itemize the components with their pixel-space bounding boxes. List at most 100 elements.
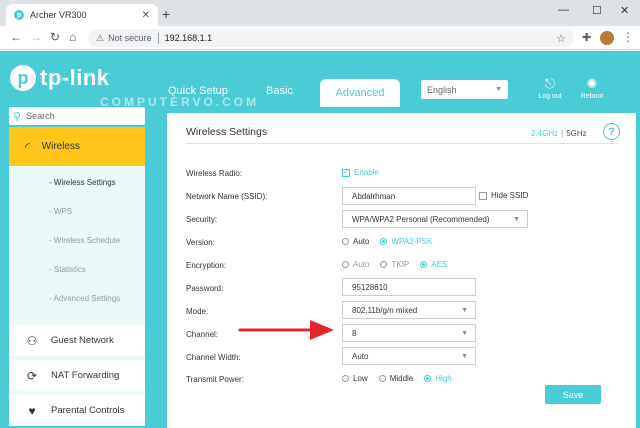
profile-avatar[interactable] [600,31,614,45]
sidebar-item-parental-controls[interactable]: ♥ Parental Controls [9,395,145,426]
encryption-label: Encryption: [186,261,227,270]
encryption-auto-radio[interactable]: Auto [342,260,369,269]
power-middle-radio[interactable]: Middle [378,374,414,383]
router-header: p tp-link COMPUTERVO.COM Quick Setup Bas… [0,51,640,109]
language-value: English [427,84,457,95]
radio-label: Auto [353,260,370,269]
tab-quick-setup[interactable]: Quick Setup [168,85,228,97]
power-high-radio[interactable]: High [424,374,452,383]
search-placeholder: Search [26,111,55,121]
save-button[interactable]: Save [545,385,601,404]
search-icon: ⚲ [13,110,22,123]
radio-label: Auto [353,237,370,246]
radio-label: WPA2-PSK [391,237,433,246]
version-label: Version: [186,238,215,247]
star-icon[interactable]: ☆ [556,32,566,45]
chevron-down-icon: ▼ [461,329,468,337]
channel-select[interactable]: 8 ▼ [342,324,476,342]
password-label: Password: [186,284,224,293]
main-area: Wireless Settings 2.4GHz | 5GHz ? Wireless… [155,107,640,428]
submenu-advanced-settings[interactable]: - Advanced Settings [49,294,120,303]
sidebar-item-wireless[interactable]: ◜ Wireless [9,127,145,166]
search-input[interactable]: ⚲ Search [9,107,145,125]
power-low-radio[interactable]: Low [342,374,368,383]
band-5ghz-link[interactable]: 5GHz [566,129,586,138]
submenu-wireless-schedule[interactable]: - Wireless Schedule [49,236,120,245]
window-close-icon[interactable]: ✕ [620,4,629,17]
reboot-label: Reboot [580,93,604,100]
url-text[interactable]: 192.168.1.1 [165,33,557,43]
version-wpa2-radio[interactable]: WPA2-PSK [380,237,432,246]
tplink-favicon-icon: p [14,10,24,20]
reboot-icon: ✺ [586,76,598,91]
encryption-aes-radio[interactable]: AES [420,260,447,269]
submenu-wps[interactable]: - WPS [49,207,72,216]
browser-toolbar: ← → ↻ ⌂ ⚠ Not secure 192.168.1.1 ☆ ✚ ⋮ [0,26,640,50]
channel-width-select[interactable]: Auto ▼ [342,347,476,365]
submenu-statistics[interactable]: - Statistics [49,265,86,274]
checkbox-icon [479,191,487,200]
sidebar-item-nat-forwarding[interactable]: ⟳ NAT Forwarding [9,360,145,391]
ssid-input[interactable]: Abdalrhman [342,187,476,205]
version-auto-radio[interactable]: Auto [342,237,369,246]
band-switcher: 2.4GHz | 5GHz [531,129,587,138]
channel-label: Channel: [186,330,219,339]
browser-tabstrip: p Archer VR300 ✕ + — ☐ ✕ [0,0,640,26]
encryption-options: Auto TKIP AES [342,260,458,269]
radio-selected-icon [420,261,428,268]
mode-select[interactable]: 802.11b/g/n mixed ▼ [342,301,476,319]
chevron-down-icon: ▼ [461,306,468,314]
radio-label: TKIP [391,260,410,269]
reboot-button[interactable]: ✺ Reboot [572,76,612,100]
annotation-arrow [238,320,334,340]
back-icon[interactable]: ← [10,30,22,44]
home-icon[interactable]: ⌂ [69,30,76,44]
warning-icon[interactable]: ⚠ [96,33,104,44]
guest-network-icon: ⚇ [26,333,38,348]
radio-label: Middle [389,374,414,383]
chevron-down-icon: ▼ [513,215,520,223]
language-select[interactable]: English ▼ [421,80,508,99]
security-label: Not secure [108,33,152,43]
help-icon[interactable]: ? [603,123,620,140]
wireless-radio-label: Wireless Radio: [186,169,243,178]
radio-label: AES [431,260,448,269]
logout-label: Log out [538,93,562,100]
tab-basic[interactable]: Basic [266,85,293,97]
more-menu-icon[interactable]: ⋮ [622,30,634,44]
logout-icon: ⎋ [544,76,556,91]
tplink-logo-icon: p [10,65,36,91]
tab-title: Archer VR300 [30,10,87,20]
password-input[interactable]: 95128610 [342,278,476,296]
tab-advanced[interactable]: Advanced [320,79,400,107]
close-icon[interactable]: ✕ [142,10,150,21]
hide-ssid-checkbox[interactable]: Hide SSID [479,191,528,200]
forward-icon[interactable]: → [30,30,42,44]
address-bar[interactable]: ⚠ Not secure 192.168.1.1 ☆ [88,29,574,47]
sidebar-item-label: Wireless [41,141,80,152]
logo-text: tp-link [40,65,110,90]
reload-icon[interactable]: ↻ [50,30,60,44]
channel-width-label: Channel Width: [186,353,241,362]
hide-ssid-label: Hide SSID [491,191,529,200]
sidebar-item-guest-network[interactable]: ⚇ Guest Network [9,325,145,356]
encryption-tkip-radio[interactable]: TKIP [380,260,409,269]
browser-tab[interactable]: p Archer VR300 ✕ [6,4,158,26]
radio-selected-icon [380,238,388,245]
submenu-wireless-settings[interactable]: - Wireless Settings [49,178,116,187]
parental-controls-icon: ♥ [28,403,36,418]
logout-button[interactable]: ⎋ Log out [530,76,570,100]
maximize-icon[interactable]: ☐ [592,4,602,17]
band-24ghz-link[interactable]: 2.4GHz [531,129,558,138]
radio-label: High [435,374,452,383]
new-tab-icon[interactable]: + [162,6,170,22]
radio-icon [378,375,386,382]
minimize-icon[interactable]: — [558,4,569,16]
channel-width-value: Auto [352,351,369,361]
extensions-icon[interactable]: ✚ [582,31,591,44]
radio-selected-icon [424,375,432,382]
checkmark-icon: ✓ [342,168,350,177]
enable-checkbox[interactable]: ✓ Enable [342,168,379,177]
security-select[interactable]: WPA/WPA2 Personal (Recommended) ▼ [342,210,528,228]
radio-label: Low [353,374,368,383]
